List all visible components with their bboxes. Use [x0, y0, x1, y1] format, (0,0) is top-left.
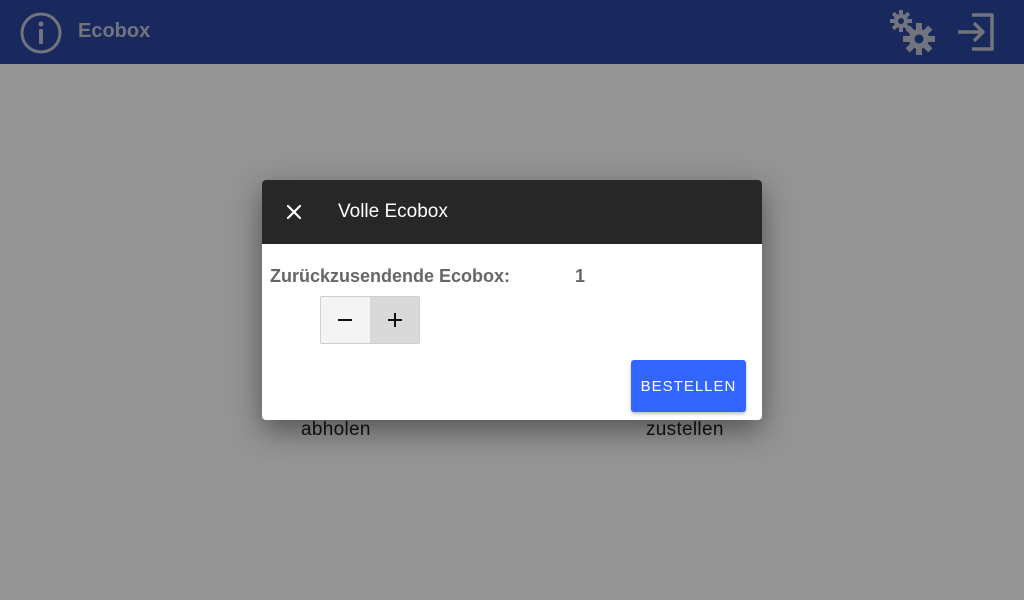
- return-count-label: Zurückzusendende Ecobox:: [270, 266, 511, 286]
- decrement-button[interactable]: [321, 297, 371, 343]
- return-count-value: 1: [575, 266, 586, 286]
- dialog-title: Volle Ecobox: [338, 201, 448, 222]
- close-icon: [286, 204, 302, 220]
- dialog-header: Volle Ecobox: [262, 180, 762, 244]
- increment-button[interactable]: [370, 297, 419, 343]
- minus-icon: [338, 319, 353, 321]
- order-button[interactable]: BESTELLEN: [631, 360, 746, 412]
- plus-icon: [387, 313, 402, 327]
- order-dialog: Volle Ecobox Zurückzusendende Ecobox: 1 …: [262, 180, 762, 420]
- quantity-stepper: [320, 296, 420, 344]
- close-button[interactable]: [278, 196, 310, 228]
